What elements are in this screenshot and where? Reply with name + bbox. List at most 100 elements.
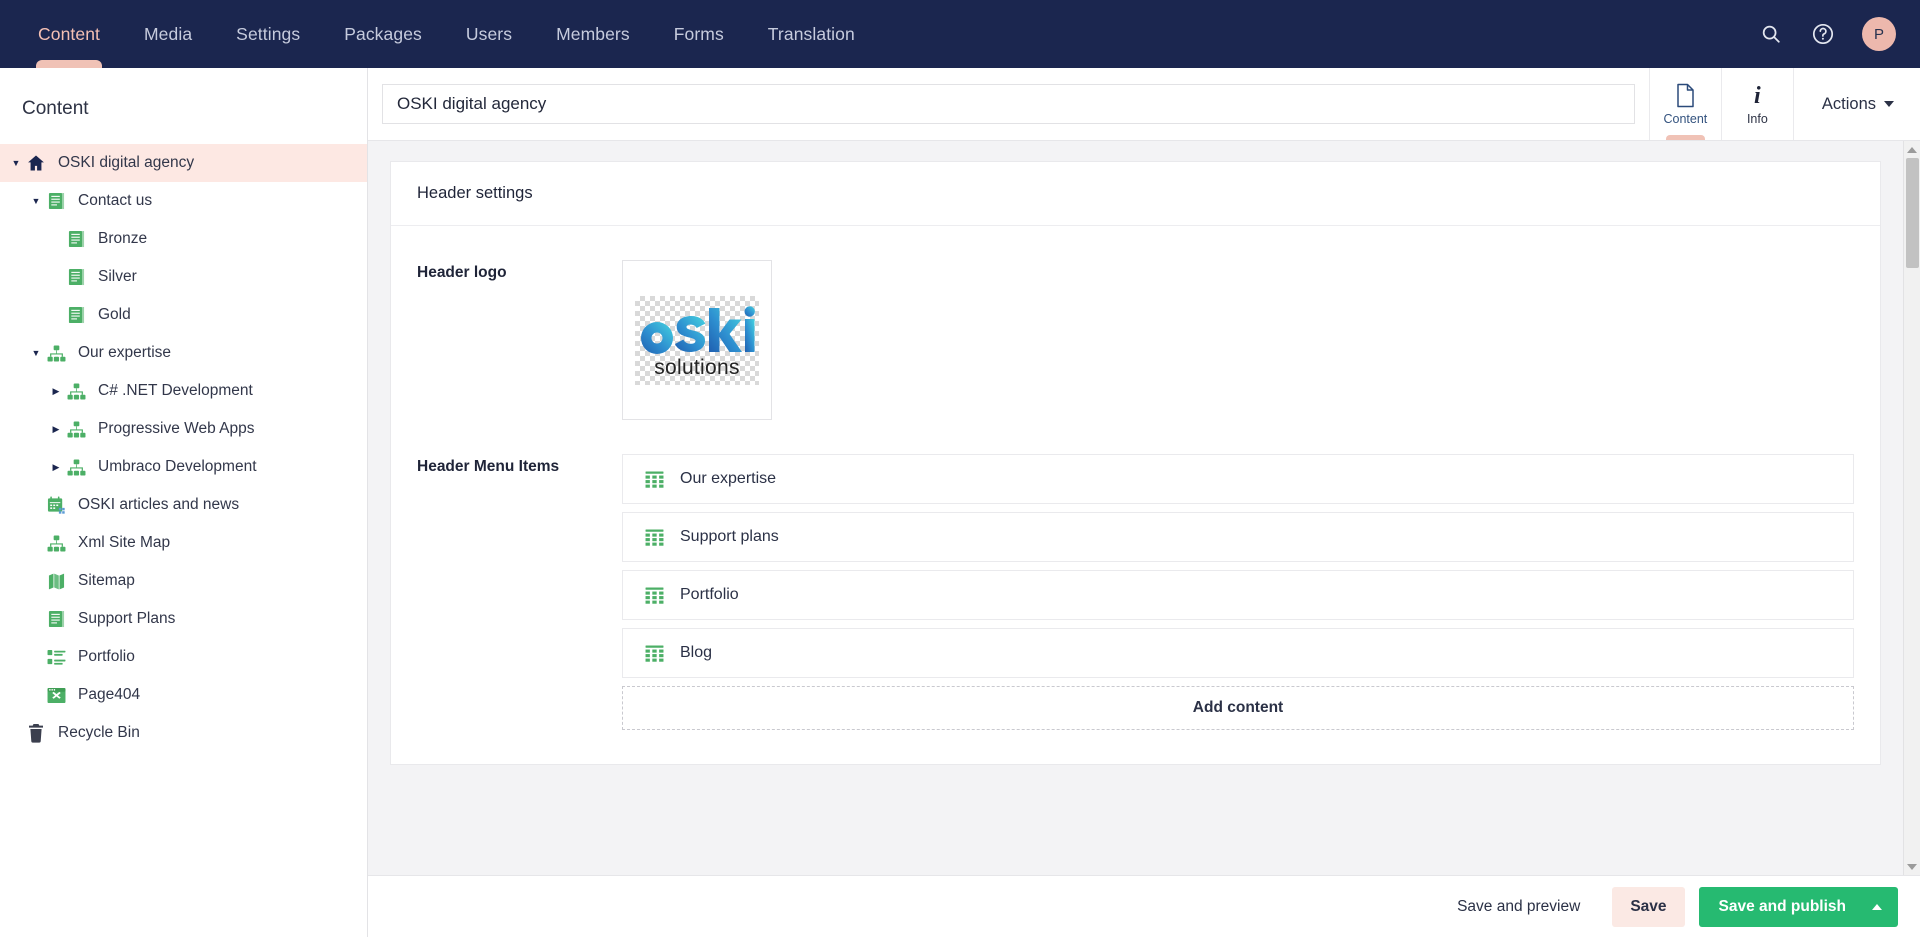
tree-item-label: Progressive Web Apps <box>98 420 255 437</box>
content-tree: ▼ OSKI digital agency ▼ Contact us ▶ Bronze ▶ S… <box>0 142 367 937</box>
top-nav-right-actions: P <box>1758 17 1920 51</box>
tree-item-oski-digital-agency[interactable]: ▼ OSKI digital agency <box>0 144 367 182</box>
tree-item-label: Gold <box>98 306 131 323</box>
node-name-input[interactable] <box>382 84 1635 124</box>
sitemap-icon <box>64 382 88 400</box>
nav-item-label: Forms <box>673 23 724 44</box>
help-circle-icon[interactable] <box>1810 21 1836 47</box>
nav-item-content[interactable]: Content <box>16 0 122 68</box>
tree-item-label: OSKI articles and news <box>78 496 240 513</box>
panel-title: Header settings <box>391 162 1880 226</box>
caret-down-icon[interactable]: ▼ <box>28 182 44 220</box>
tree-item-our-expertise[interactable]: ▼ Our expertise <box>0 334 367 372</box>
nav-item-users[interactable]: Users <box>444 0 534 68</box>
save-button[interactable]: Save <box>1612 886 1685 927</box>
app-shell: Content ▼ OSKI digital agency ▼ Contact us ▶… <box>0 68 1920 937</box>
search-icon[interactable] <box>1758 21 1784 47</box>
save-and-publish-label: Save and publish <box>1718 897 1846 915</box>
nav-item-media[interactable]: Media <box>122 0 214 68</box>
nav-item-settings[interactable]: Settings <box>214 0 322 68</box>
nav-item-members[interactable]: Members <box>534 0 652 68</box>
tree-item-oski-articles-and-news[interactable]: ▶ OSKI articles and news <box>0 486 367 524</box>
menu-item-label: Blog <box>680 644 713 661</box>
tree-item-silver[interactable]: ▶ Silver <box>0 258 367 296</box>
actions-button[interactable]: Actions <box>1792 68 1920 140</box>
tab-label: Info <box>1746 112 1768 126</box>
sitemap-icon <box>64 420 88 438</box>
sidebar-title: Content <box>22 98 89 119</box>
tree-item-support-plans[interactable]: ▶ Support Plans <box>0 600 367 638</box>
chevron-up-icon <box>1872 903 1882 910</box>
tab-content[interactable]: Content <box>1648 68 1721 140</box>
document-icon <box>44 610 68 629</box>
caret-down-icon[interactable]: ▼ <box>8 144 24 182</box>
tree-item-portfolio[interactable]: ▶ Portfolio <box>0 638 367 676</box>
actions-label: Actions <box>1821 94 1876 113</box>
menu-item-row[interactable]: Support plans <box>622 512 1854 562</box>
document-icon <box>64 306 88 325</box>
top-navigation-bar: Content Media Settings Packages Users Me… <box>0 0 1920 68</box>
tree-item-page404[interactable]: ▶ Page404 <box>0 676 367 714</box>
tree-item-label: Page404 <box>78 686 141 703</box>
caret-right-icon[interactable]: ▶ <box>48 410 64 448</box>
vertical-scrollbar[interactable] <box>1903 141 1920 875</box>
tree-item-label: OSKI digital agency <box>58 154 195 171</box>
tab-info[interactable]: i Info <box>1720 68 1793 140</box>
home-icon <box>24 153 48 173</box>
save-and-publish-button[interactable]: Save and publish <box>1698 886 1898 927</box>
add-content-button[interactable]: Add content <box>622 686 1854 730</box>
menu-item-row[interactable]: Our expertise <box>622 454 1854 504</box>
tree-item-c-net-development[interactable]: ▶ C# .NET Development <box>0 372 367 410</box>
svg-text:solutions: solutions <box>654 356 740 379</box>
tree-item-label: Bronze <box>98 230 148 247</box>
tree-item-gold[interactable]: ▶ Gold <box>0 296 367 334</box>
caret-spacer: ▶ <box>28 562 44 600</box>
scrollbar-thumb[interactable] <box>1906 158 1919 268</box>
caret-right-icon[interactable]: ▶ <box>48 372 64 410</box>
nav-item-label: Users <box>465 23 513 44</box>
menu-item-label: Our expertise <box>680 470 777 487</box>
scroll-down-arrow-icon[interactable] <box>1904 858 1920 875</box>
property-label: Header logo <box>417 264 507 281</box>
nav-item-translation[interactable]: Translation <box>746 0 877 68</box>
nav-item-packages[interactable]: Packages <box>322 0 444 68</box>
info-italic-icon: i <box>1754 83 1761 109</box>
tree-item-contact-us[interactable]: ▼ Contact us <box>0 182 367 220</box>
tree-item-label: Recycle Bin <box>58 724 140 741</box>
logo-thumbnail-box[interactable]: solutions <box>622 260 772 420</box>
grid-icon <box>645 586 664 604</box>
scroll-up-arrow-icon[interactable] <box>1904 141 1920 158</box>
caret-down-icon[interactable]: ▼ <box>28 334 44 372</box>
tree-item-umbraco-development[interactable]: ▶ Umbraco Development <box>0 448 367 486</box>
nav-item-label: Content <box>38 23 100 44</box>
caret-spacer: ▶ <box>28 600 44 638</box>
tree-item-label: C# .NET Development <box>98 382 253 399</box>
tree-item-label: Sitemap <box>78 572 135 589</box>
tree-item-bronze[interactable]: ▶ Bronze <box>0 220 367 258</box>
tree-item-xml-site-map[interactable]: ▶ Xml Site Map <box>0 524 367 562</box>
tree-item-label: Support Plans <box>78 610 176 627</box>
sitemap-icon <box>44 344 68 362</box>
caret-spacer: ▶ <box>28 524 44 562</box>
nav-item-forms[interactable]: Forms <box>652 0 746 68</box>
tree-item-label: Contact us <box>78 192 153 209</box>
avatar[interactable]: P <box>1862 17 1896 51</box>
content-tree-sidebar: Content ▼ OSKI digital agency ▼ Contact us ▶… <box>0 68 368 937</box>
caret-spacer: ▶ <box>48 296 64 334</box>
nav-item-label: Media <box>144 23 193 44</box>
chevron-down-icon <box>1884 101 1894 107</box>
tree-item-recycle-bin[interactable]: ▶ Recycle Bin <box>0 714 367 752</box>
top-nav-items: Content Media Settings Packages Users Me… <box>0 0 877 68</box>
caret-right-icon[interactable]: ▶ <box>48 448 64 486</box>
avatar-initial: P <box>1873 25 1884 43</box>
logo-image: solutions <box>635 295 759 385</box>
tree-item-label: Xml Site Map <box>78 534 171 551</box>
menu-item-row[interactable]: Blog <box>622 628 1854 678</box>
save-and-preview-button[interactable]: Save and preview <box>1439 887 1598 927</box>
tree-item-progressive-web-apps[interactable]: ▶ Progressive Web Apps <box>0 410 367 448</box>
title-wrapper <box>368 68 1649 140</box>
menu-item-row[interactable]: Portfolio <box>622 570 1854 620</box>
tree-item-sitemap[interactable]: ▶ Sitemap <box>0 562 367 600</box>
document-outline-icon <box>1675 82 1696 108</box>
scrollbar-track[interactable] <box>1904 158 1920 858</box>
